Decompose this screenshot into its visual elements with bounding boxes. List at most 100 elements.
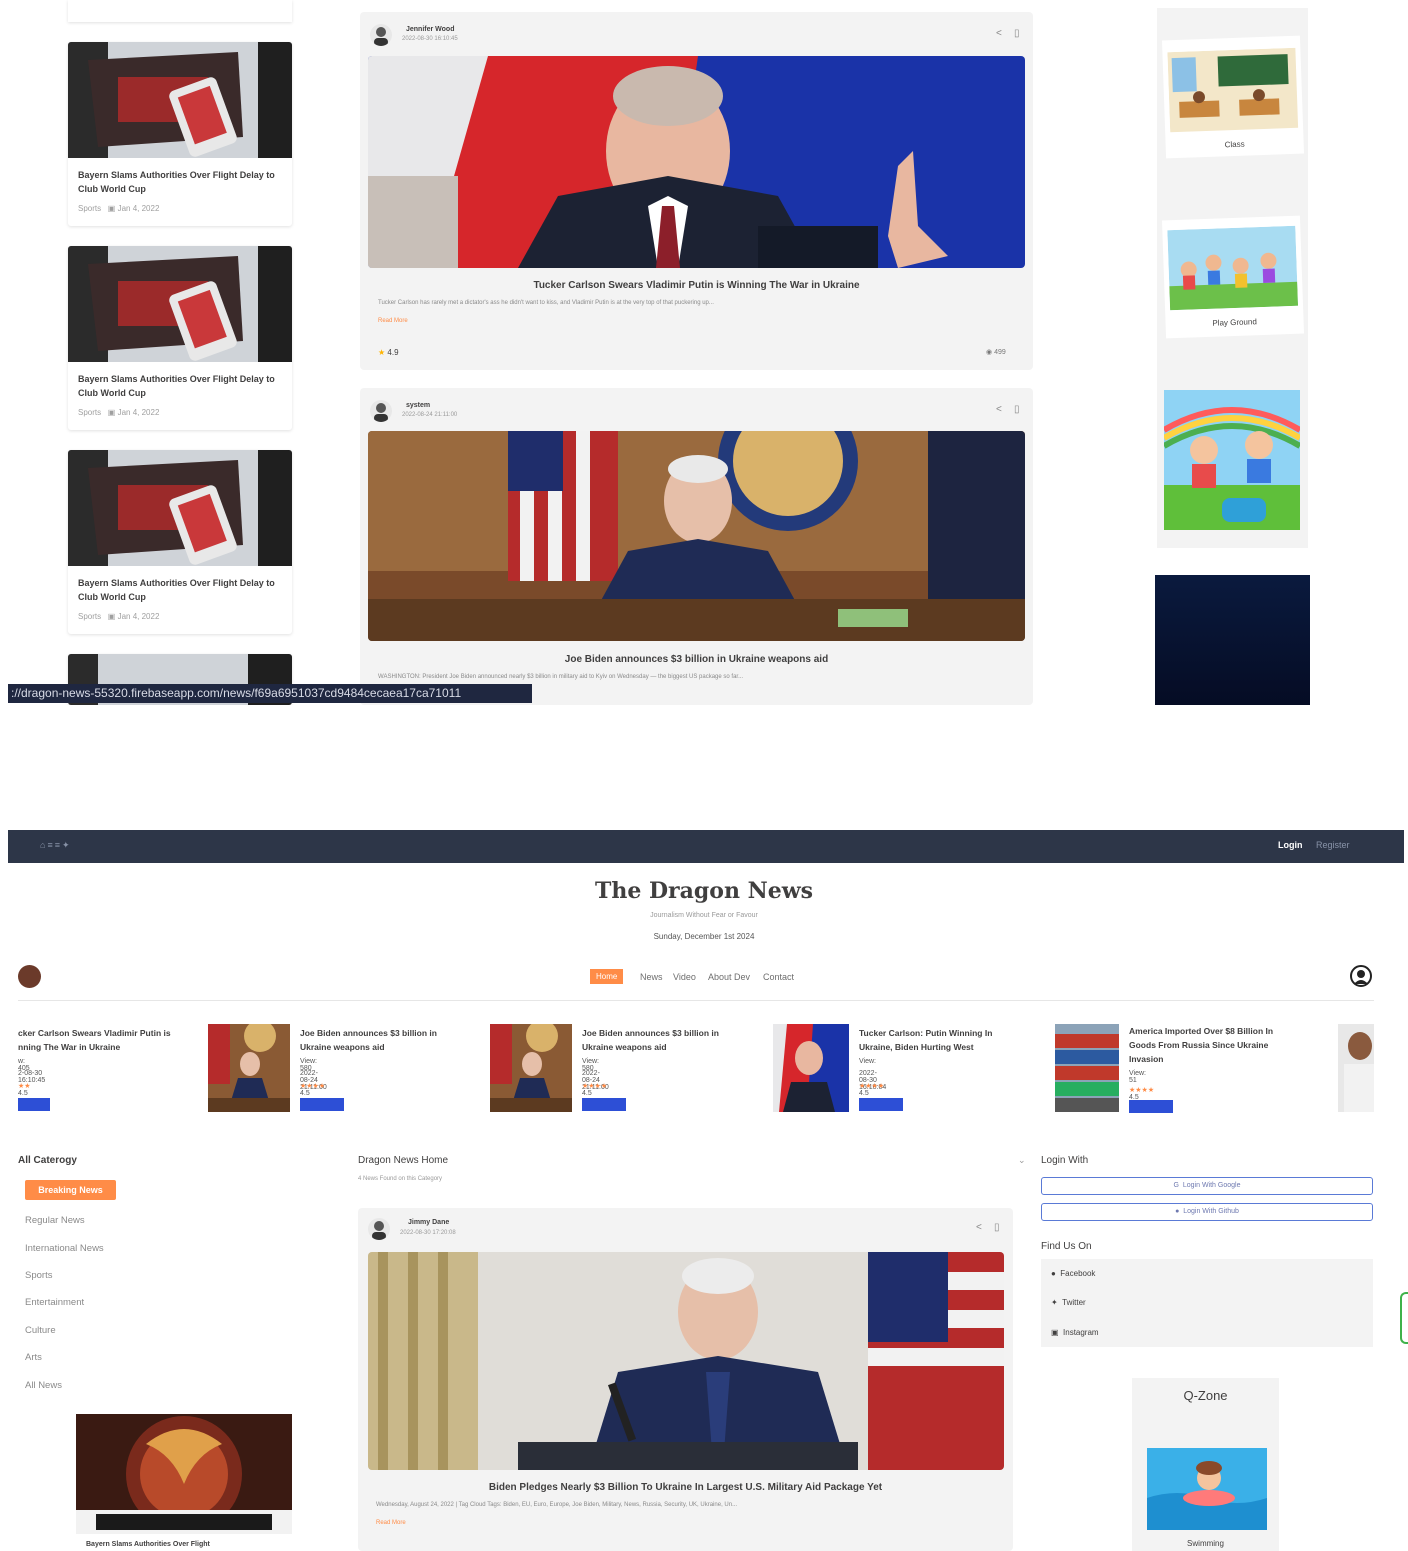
author-name: system [406, 402, 431, 409]
register-link[interactable]: Register [1316, 840, 1350, 850]
side-tab[interactable] [1400, 1292, 1408, 1344]
qzone-item-class[interactable]: Class [1161, 35, 1305, 159]
star-icon: ★ [378, 348, 386, 357]
menu-icon[interactable]: ≡ [55, 840, 62, 850]
login-link[interactable]: Login [1278, 840, 1303, 850]
calendar-icon: ▣ [107, 612, 116, 621]
news-title[interactable]: Joe Biden announces $3 billion in Ukrain… [360, 654, 1033, 665]
laptop-phone-image [68, 450, 292, 566]
biden-thumbnail [208, 1024, 290, 1112]
ticker-title[interactable]: Tucker Carlson: Putin Winning In Ukraine… [859, 1026, 1019, 1054]
ticker-read-button[interactable] [300, 1098, 344, 1111]
bookmark-icon[interactable]: ▯ [1014, 404, 1020, 415]
collapse-icon[interactable]: ⌄ [1018, 1155, 1026, 1166]
instagram-link[interactable]: ▣ Instagram [1051, 1328, 1099, 1337]
star-icon: ★★★★ [300, 1083, 326, 1090]
site-logo[interactable]: The Dragon News [0, 878, 1408, 904]
current-date: Sunday, December 1st 2024 [653, 932, 755, 941]
ticker-title[interactable]: Joe Biden announces $3 billion in Ukrain… [582, 1026, 742, 1054]
play-ground-image[interactable] [1164, 390, 1300, 530]
bookmark-icon[interactable]: ▯ [994, 1222, 1000, 1233]
google-icon: G [1173, 1182, 1179, 1189]
main-news-card[interactable]: Jimmy Dane 2022-08-30 17:20:08 < ▯ Biden… [358, 1208, 1013, 1551]
news-card[interactable]: Jennifer Wood 2022-08-30 16:10:45 < ▯ Tu… [360, 12, 1033, 370]
author-name: Jimmy Dane [408, 1219, 450, 1226]
author-avatar [370, 400, 392, 422]
publish-date: 2022-08-24 21:11:00 [402, 412, 458, 418]
laptop-phone-image [68, 246, 292, 362]
ticker-read-button[interactable] [859, 1098, 903, 1111]
playground-image [1167, 225, 1299, 311]
ticker-title[interactable]: Joe Biden announces $3 billion in Ukrain… [300, 1026, 460, 1054]
news-excerpt: Wednesday, August 24, 2022 | Tag Cloud T… [376, 1502, 738, 1508]
ad-caption: Bayern Slams Authorities Over Flight [86, 1541, 210, 1548]
news-excerpt: WASHINGTON: President Joe Biden announce… [378, 674, 744, 680]
card-meta: Sports ▣ Jan 4, 2022 [78, 408, 160, 417]
nav-about[interactable]: About Dev [708, 972, 750, 982]
previous-screenshot: Bayern Slams Authorities Over Flight Del… [0, 0, 1408, 705]
ticker-title[interactable]: America Imported Over $8 Billion In Good… [1129, 1024, 1299, 1066]
share-icon[interactable]: < [996, 28, 1002, 39]
read-more-link[interactable]: Read More [378, 318, 408, 324]
category-all-news[interactable]: All News [25, 1380, 62, 1391]
status-bar-url: ://dragon-news-55320.firebaseapp.com/new… [8, 684, 532, 703]
main-subheading: 4 News Found on this Category [358, 1176, 443, 1182]
news-title[interactable]: Biden Pledges Nearly $3 Billion To Ukrai… [358, 1482, 1013, 1493]
card-title[interactable]: Bayern Slams Authorities Over Flight Del… [78, 168, 278, 196]
left-news-card[interactable]: Bayern Slams Authorities Over Flight Del… [68, 450, 292, 634]
news-card[interactable]: system 2022-08-24 21:11:00 < ▯ Joe Biden… [360, 388, 1033, 705]
left-news-card[interactable]: Bayern Slams Authorities Over Flight Del… [68, 42, 292, 226]
category-regular-news[interactable]: Regular News [25, 1215, 85, 1226]
nav-home[interactable]: Home [590, 969, 624, 984]
ticker-read-button[interactable] [582, 1098, 626, 1111]
ticker-read-button[interactable] [18, 1098, 50, 1111]
login-google-button[interactable]: G Login With Google [1041, 1177, 1373, 1195]
tagline: Journalism Without Fear or Favour [650, 912, 758, 919]
twitter-icon[interactable]: ✦ [62, 840, 72, 850]
ticker-rating: ★★★★ 4.5 [859, 1083, 885, 1097]
ticker-rating: ★★ 4.5 [18, 1083, 31, 1097]
facebook-link[interactable]: ● Facebook [1051, 1269, 1095, 1278]
category-entertainment[interactable]: Entertainment [25, 1297, 84, 1308]
dragon-news-ad-image[interactable] [76, 1414, 292, 1534]
category-arts[interactable]: Arts [25, 1352, 42, 1363]
ticker-title[interactable]: cker Carlson Swears Vladimir Putin is nn… [18, 1026, 193, 1054]
ticker-read-button[interactable] [1129, 1100, 1173, 1113]
grid-icon[interactable]: ≡ [47, 840, 54, 850]
twitter-link[interactable]: ✦ Twitter [1051, 1298, 1086, 1307]
left-news-card[interactable]: Bayern Slams Authorities Over Flight Del… [68, 246, 292, 430]
category-international-news[interactable]: International News [25, 1243, 104, 1254]
card-title[interactable]: Bayern Slams Authorities Over Flight Del… [78, 576, 278, 604]
bookmark-icon[interactable]: ▯ [1014, 28, 1020, 39]
qzone-label: Swimming [1187, 1539, 1224, 1548]
share-icon[interactable]: < [976, 1222, 982, 1233]
category-breaking-news[interactable]: Breaking News [25, 1180, 116, 1200]
top-bar-icons: ⌂≡≡✦ [40, 840, 72, 851]
read-more-link[interactable]: Read More [376, 1520, 406, 1526]
instagram-icon: ▣ [1051, 1328, 1059, 1337]
category-culture[interactable]: Culture [25, 1325, 56, 1336]
nav-divider [18, 1000, 1374, 1001]
login-github-button[interactable]: ● Login With Github [1041, 1203, 1373, 1221]
ticker-rating: ★★★★ 4.5 [582, 1083, 608, 1097]
author-name: Jennifer Wood [406, 26, 455, 33]
author-avatar [368, 1218, 390, 1240]
user-profile-icon[interactable] [1350, 965, 1372, 987]
qzone-item-playground[interactable]: Play Ground [1161, 215, 1305, 339]
rating: ★ 4.9 [378, 348, 399, 357]
dark-banner [1155, 575, 1310, 705]
swimming-image[interactable] [1147, 1448, 1267, 1530]
card-title[interactable]: Bayern Slams Authorities Over Flight Del… [78, 372, 278, 400]
login-with-heading: Login With [1041, 1155, 1089, 1166]
nav-video[interactable]: Video [673, 972, 696, 982]
nav-news[interactable]: News [640, 972, 663, 982]
ticker-rating: ★★★★ 4.5 [1129, 1087, 1155, 1101]
nav-contact[interactable]: Contact [763, 972, 794, 982]
category-heading: All Caterogy [18, 1155, 77, 1166]
publish-date: 2022-08-30 17:20:08 [400, 1230, 456, 1236]
news-title[interactable]: Tucker Carlson Swears Vladimir Putin is … [360, 280, 1033, 291]
site-avatar[interactable] [18, 965, 41, 988]
category-sports[interactable]: Sports [25, 1270, 52, 1281]
share-icon[interactable]: < [996, 404, 1002, 415]
ticker-thumbnail-partial [1338, 1024, 1374, 1112]
